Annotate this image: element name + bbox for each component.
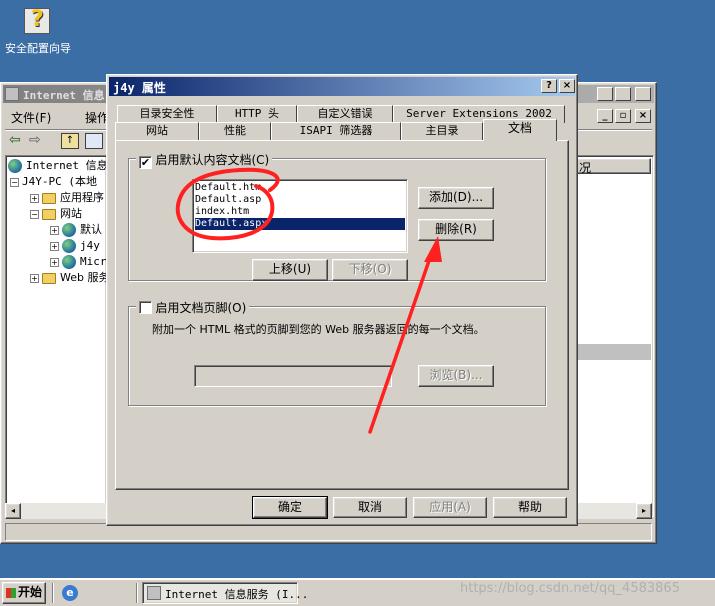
tree-item-default-site[interactable]: + 默认 (50, 222, 102, 238)
tree-item-websites[interactable]: − 网站 (30, 206, 82, 222)
iis-maximize-button[interactable]: □ (615, 87, 631, 101)
iis-minimize-button[interactable]: _ (597, 87, 613, 101)
quick-launch-divider (52, 583, 54, 603)
list-item[interactable]: Default.htm (195, 182, 405, 194)
footer-group (128, 306, 546, 406)
footer-description: 附加一个 HTML 格式的页脚到您的 Web 服务器返回的每一个文档。 (152, 323, 485, 336)
tab-isapi-filters[interactable]: ISAPI 筛选器 (271, 122, 401, 140)
cancel-button[interactable]: 取消 (333, 497, 407, 518)
folder-icon (42, 272, 56, 284)
list-item[interactable]: index.htm (195, 206, 405, 218)
tree-item-web-service[interactable]: + Web 服务 (30, 270, 106, 286)
back-arrow-icon[interactable]: ⇦ (9, 132, 21, 148)
list-item[interactable]: Default.asp (195, 194, 405, 206)
watermark: https://blog.csdn.net/qq_4583865 (460, 581, 680, 596)
quick-launch-divider-2 (136, 583, 138, 603)
ie-quicklaunch-icon[interactable]: e (62, 585, 78, 601)
tab-custom-errors[interactable]: 自定义错误 (297, 105, 393, 123)
default-doc-header: ✔ 启用默认内容文档(C) (136, 151, 273, 169)
remove-button[interactable]: 删除(R) (418, 219, 494, 241)
scroll-right-button[interactable]: ▸ (636, 503, 652, 519)
close-button[interactable]: × (559, 79, 575, 93)
menu-file[interactable]: 文件(F) (11, 109, 51, 126)
mdi-minimize-button[interactable]: _ (597, 109, 613, 123)
desktop-icon-label: 安全配置向导 (5, 42, 71, 55)
forward-arrow-icon[interactable]: ⇨ (29, 132, 41, 148)
windows-logo-icon (5, 587, 16, 598)
mdi-restore-button[interactable]: ▫ (615, 109, 631, 123)
tree-item-app-pools[interactable]: + 应用程序 (30, 190, 104, 206)
mdi-close-button[interactable]: × (635, 109, 651, 123)
tree-item-micr[interactable]: + Micr (50, 254, 106, 270)
website-icon (62, 223, 76, 237)
folder-icon (42, 208, 56, 220)
wizard-icon: ? (24, 7, 50, 34)
enable-footer-label[interactable]: 启用文档页脚(O) (156, 301, 247, 315)
taskbar-item-iis[interactable]: Internet 信息服务 (I... (142, 582, 308, 604)
scroll-left-button[interactable]: ◂ (5, 503, 21, 519)
tab-directory-security[interactable]: 目录安全性 (117, 105, 217, 123)
dialog-help-button[interactable]: 帮助 (493, 497, 567, 518)
folder-icon (42, 192, 56, 204)
add-button[interactable]: 添加(D)... (418, 187, 494, 209)
browse-button[interactable]: 浏览(B)... (418, 365, 494, 387)
column-header[interactable]: 况 (574, 158, 651, 175)
website-icon (62, 239, 76, 253)
iis-title-text: Internet 信息 (23, 89, 105, 102)
website-icon (62, 255, 76, 269)
show-tree-icon[interactable] (85, 133, 103, 149)
footer-header: 启用文档页脚(O) (136, 299, 250, 315)
up-folder-icon[interactable]: ↑ (61, 133, 79, 149)
move-up-button[interactable]: 上移(U) (252, 259, 328, 281)
apply-button[interactable]: 应用(A) (413, 497, 487, 518)
selected-row[interactable] (574, 344, 651, 360)
iis-task-icon (147, 586, 161, 600)
tree-pane: Internet 信息.. −J4Y-PC (本地 +应用程序 −网站 +默认 … (5, 155, 107, 517)
detail-pane: 况 (571, 155, 654, 517)
tab-http-headers[interactable]: HTTP 头 (217, 105, 297, 123)
tab-performance[interactable]: 性能 (199, 122, 271, 140)
enable-footer-checkbox[interactable] (139, 301, 152, 314)
dialog-title-bar: j4y 属性 ? × (109, 77, 575, 96)
desktop-icon-security-wizard[interactable]: ? 安全配置向导 (2, 7, 74, 58)
ok-button[interactable]: 确定 (252, 496, 328, 519)
enable-default-doc-checkbox[interactable]: ✔ (139, 156, 152, 169)
footer-path-field[interactable] (194, 365, 392, 387)
tree-item-server[interactable]: − J4Y-PC (本地 (10, 174, 97, 190)
tree-item-root[interactable]: Internet 信息.. (8, 158, 106, 174)
help-button[interactable]: ? (541, 79, 557, 93)
tab-home-directory[interactable]: 主目录 (401, 122, 483, 140)
documents-tab-page: ✔ 启用默认内容文档(C) Default.htm Default.asp in… (115, 140, 569, 490)
tree-item-j4y[interactable]: + j4y (50, 238, 100, 254)
iis-close-button[interactable]: × (635, 87, 651, 101)
move-down-button[interactable]: 下移(O) (332, 259, 408, 281)
taskbar: 开始 e Internet 信息服务 (I... https://blog.cs… (0, 578, 715, 606)
iis-app-icon (5, 87, 19, 101)
properties-dialog: j4y 属性 ? × 目录安全性 HTTP 头 自定义错误 Server Ext… (106, 74, 578, 526)
tab-website[interactable]: 网站 (115, 122, 199, 140)
dialog-title: j4y 属性 (113, 81, 166, 95)
iis-icon (8, 159, 22, 173)
default-doc-list[interactable]: Default.htm Default.asp index.htm Defaul… (192, 179, 408, 253)
tab-documents[interactable]: 文档 (483, 119, 557, 141)
list-item-selected[interactable]: Default.aspx (195, 218, 405, 230)
enable-default-doc-label[interactable]: 启用默认内容文档(C) (156, 153, 270, 167)
start-button[interactable]: 开始 (2, 582, 46, 604)
